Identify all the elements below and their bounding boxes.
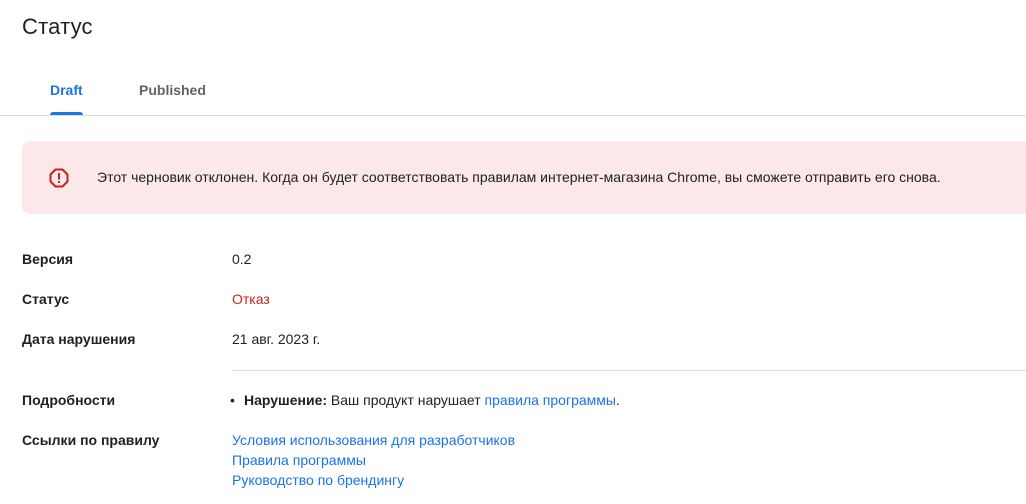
details-label: Подробности xyxy=(22,392,116,408)
status-value: Отказ xyxy=(232,291,270,307)
tab-draft[interactable]: Draft xyxy=(50,68,83,115)
branding-guidelines-link[interactable]: Руководство по брендингу xyxy=(232,470,515,490)
violation-text: Ваш продукт нарушает xyxy=(327,392,485,408)
violation-end: . xyxy=(615,392,620,408)
policy-links-label: Ссылки по правилу xyxy=(22,432,160,448)
violation-date-label: Дата нарушения xyxy=(22,331,136,347)
violation-date-value: 21 авг. 2023 г. xyxy=(232,331,321,347)
error-icon xyxy=(49,168,69,188)
status-label: Статус xyxy=(22,291,70,307)
program-policies-link[interactable]: правила программы xyxy=(485,392,616,408)
version-value: 0.2 xyxy=(232,251,252,267)
program-policies-link-2[interactable]: Правила программы xyxy=(232,450,515,470)
violation-title: Нарушение: xyxy=(244,392,328,408)
list-item: Нарушение: Ваш продукт нарушает правила … xyxy=(228,392,620,408)
status-page: Статус Draft Published Этот черновик отк… xyxy=(0,0,1026,504)
policy-links-list: Условия использования для разработчиков … xyxy=(232,430,515,490)
alert-message: Этот черновик отклонен. Когда он будет с… xyxy=(97,169,941,185)
rejection-alert: Этот черновик отклонен. Когда он будет с… xyxy=(22,141,1026,214)
page-title: Статус xyxy=(22,14,93,39)
violation-list: Нарушение: Ваш продукт нарушает правила … xyxy=(228,392,620,408)
tab-bar: Draft Published xyxy=(0,68,1026,116)
active-tab-indicator xyxy=(50,112,83,115)
developer-terms-link[interactable]: Условия использования для разработчиков xyxy=(232,430,515,450)
section-divider xyxy=(232,370,1026,371)
tab-draft-label: Draft xyxy=(50,82,83,98)
version-label: Версия xyxy=(22,251,74,267)
tab-published[interactable]: Published xyxy=(139,68,206,115)
details-value: Нарушение: Ваш продукт нарушает правила … xyxy=(228,392,620,408)
tab-published-label: Published xyxy=(139,82,206,98)
